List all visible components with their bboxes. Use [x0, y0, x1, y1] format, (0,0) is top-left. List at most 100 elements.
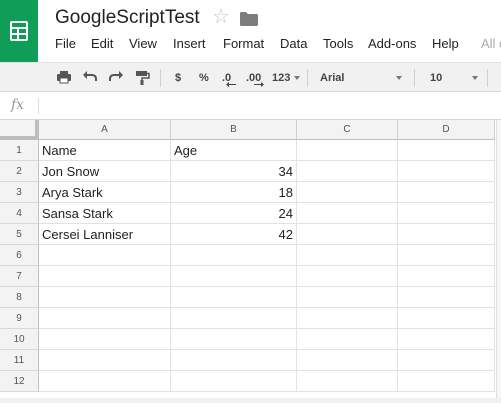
currency-format-button[interactable]: $ — [175, 69, 181, 87]
row-header-2[interactable]: 2 — [0, 161, 39, 182]
cell-b4[interactable]: 24 — [171, 203, 297, 224]
column-header-d[interactable]: D — [398, 120, 495, 140]
paint-format-icon[interactable] — [134, 69, 150, 87]
menu-data[interactable]: Data — [280, 36, 307, 51]
select-all-corner[interactable] — [0, 120, 39, 140]
print-icon[interactable] — [56, 69, 72, 87]
sheets-logo-icon[interactable] — [0, 0, 38, 62]
cell-a3[interactable]: Arya Stark — [39, 182, 171, 203]
cell-c4[interactable] — [297, 203, 398, 224]
menu-tools[interactable]: Tools — [323, 36, 353, 51]
decrease-decimal-button[interactable]: .0 — [222, 69, 236, 87]
cell-a1[interactable]: Name — [39, 140, 171, 161]
star-icon[interactable]: ☆ — [212, 7, 230, 27]
cell-d2[interactable] — [398, 161, 495, 182]
column-header-a[interactable]: A — [39, 120, 171, 140]
document-title[interactable]: GoogleScriptTest — [55, 7, 200, 29]
menu-file[interactable]: File — [55, 36, 76, 51]
cell-d4[interactable] — [398, 203, 495, 224]
increase-decimal-button[interactable]: .00 — [246, 69, 264, 87]
cell-c1[interactable] — [297, 140, 398, 161]
row-header-6[interactable]: 6 — [0, 245, 39, 266]
cell-d9[interactable] — [398, 308, 495, 329]
row-header-9[interactable]: 9 — [0, 308, 39, 329]
cell-a7[interactable] — [39, 266, 171, 287]
cell-b10[interactable] — [171, 329, 297, 350]
undo-icon[interactable] — [82, 69, 98, 87]
menu-edit[interactable]: Edit — [91, 36, 113, 51]
cell-a8[interactable] — [39, 287, 171, 308]
toolbar-divider — [307, 69, 308, 87]
column-header-b[interactable]: B — [171, 120, 297, 140]
row-header-3[interactable]: 3 — [0, 182, 39, 203]
cell-a5[interactable]: Cersei Lanniser — [39, 224, 171, 245]
redo-icon[interactable] — [108, 69, 124, 87]
cell-d11[interactable] — [398, 350, 495, 371]
cell-b9[interactable] — [171, 308, 297, 329]
cell-c8[interactable] — [297, 287, 398, 308]
cell-a12[interactable] — [39, 371, 171, 392]
menu-insert[interactable]: Insert — [173, 36, 206, 51]
vertical-scrollbar[interactable] — [496, 120, 501, 398]
cell-d6[interactable] — [398, 245, 495, 266]
row-header-10[interactable]: 10 — [0, 329, 39, 350]
column-header-c[interactable]: C — [297, 120, 398, 140]
cell-c11[interactable] — [297, 350, 398, 371]
cell-a9[interactable] — [39, 308, 171, 329]
toolbar-divider — [414, 69, 415, 87]
formula-input[interactable] — [42, 96, 492, 116]
cell-a10[interactable] — [39, 329, 171, 350]
arrow-left-icon — [226, 82, 236, 87]
cell-b1[interactable]: Age — [171, 140, 297, 161]
cell-b11[interactable] — [171, 350, 297, 371]
toolbar: $ % .0 .00 123 Arial 10 — [0, 62, 501, 92]
percent-format-button[interactable]: % — [199, 69, 209, 87]
row-header-11[interactable]: 11 — [0, 350, 39, 371]
formula-divider — [38, 98, 39, 114]
more-formats-button[interactable]: 123 — [272, 69, 290, 87]
menu-addons[interactable]: Add-ons — [368, 36, 416, 51]
row-header-5[interactable]: 5 — [0, 224, 39, 245]
cell-c2[interactable] — [297, 161, 398, 182]
horizontal-scrollbar[interactable] — [0, 398, 501, 403]
cell-b5[interactable]: 42 — [171, 224, 297, 245]
cell-c9[interactable] — [297, 308, 398, 329]
cell-b7[interactable] — [171, 266, 297, 287]
cell-d5[interactable] — [398, 224, 495, 245]
cell-c10[interactable] — [297, 329, 398, 350]
cell-d7[interactable] — [398, 266, 495, 287]
font-family-select[interactable]: Arial — [320, 69, 344, 87]
cell-d12[interactable] — [398, 371, 495, 392]
cell-b2[interactable]: 34 — [171, 161, 297, 182]
cell-a11[interactable] — [39, 350, 171, 371]
cell-b3[interactable]: 18 — [171, 182, 297, 203]
cell-a6[interactable] — [39, 245, 171, 266]
cell-d3[interactable] — [398, 182, 495, 203]
cell-b6[interactable] — [171, 245, 297, 266]
more-formats-caret-icon — [294, 76, 300, 80]
cell-d8[interactable] — [398, 287, 495, 308]
cell-d1[interactable] — [398, 140, 495, 161]
cell-c12[interactable] — [297, 371, 398, 392]
row-header-1[interactable]: 1 — [0, 140, 39, 161]
cell-d10[interactable] — [398, 329, 495, 350]
cell-a4[interactable]: Sansa Stark — [39, 203, 171, 224]
font-size-select[interactable]: 10 — [430, 69, 442, 87]
font-size-caret-icon — [472, 76, 478, 80]
cell-a2[interactable]: Jon Snow — [39, 161, 171, 182]
row-header-12[interactable]: 12 — [0, 371, 39, 392]
menu-help[interactable]: Help — [432, 36, 459, 51]
row-header-7[interactable]: 7 — [0, 266, 39, 287]
folder-icon[interactable] — [240, 12, 258, 26]
cell-c5[interactable] — [297, 224, 398, 245]
row-header-4[interactable]: 4 — [0, 203, 39, 224]
cell-c6[interactable] — [297, 245, 398, 266]
cell-b8[interactable] — [171, 287, 297, 308]
menu-format[interactable]: Format — [223, 36, 264, 51]
menu-view[interactable]: View — [129, 36, 157, 51]
cell-c3[interactable] — [297, 182, 398, 203]
cell-c7[interactable] — [297, 266, 398, 287]
row-header-8[interactable]: 8 — [0, 287, 39, 308]
formula-bar: fx — [0, 92, 501, 120]
cell-b12[interactable] — [171, 371, 297, 392]
